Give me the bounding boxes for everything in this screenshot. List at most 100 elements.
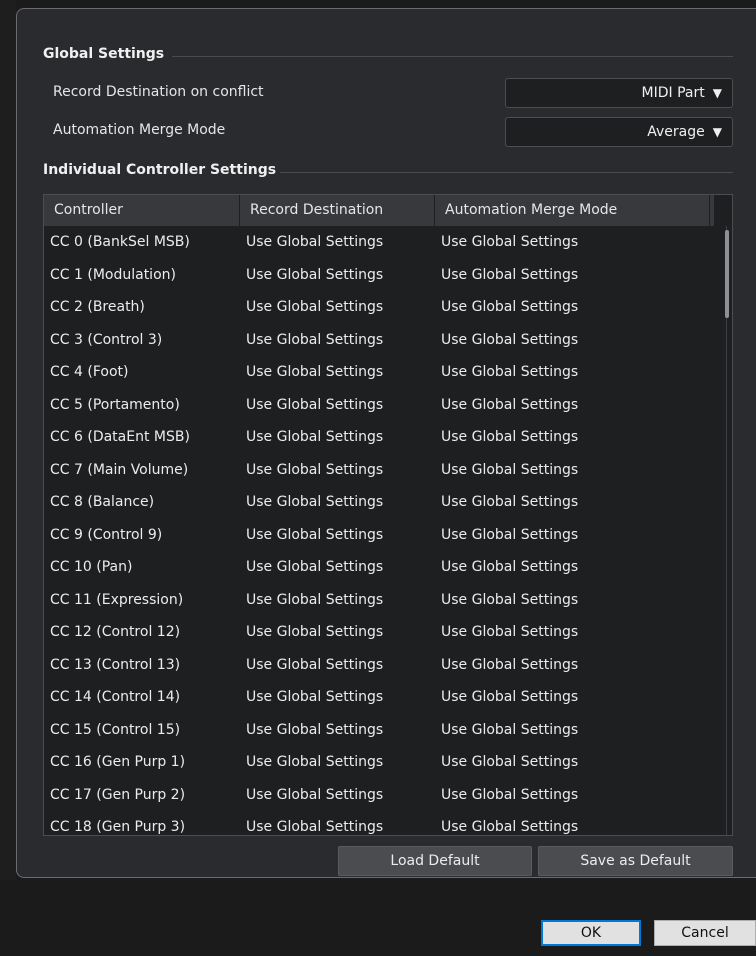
- controller-cell: CC 8 (Balance): [50, 494, 155, 511]
- controller-cell: CC 11 (Expression): [50, 591, 184, 608]
- table-row[interactable]: CC 15 (Control 15) Use Global Settings Use…: [44, 714, 720, 747]
- table-row[interactable]: CC 1 (Modulation) Use Global Settings Use …: [44, 259, 720, 292]
- controller-cell: CC 9 (Control 9): [50, 526, 163, 543]
- individual-settings-title: Individual Controller Settings: [43, 162, 277, 178]
- table-row[interactable]: CC 18 (Gen Purp 3) Use Global Settings Use…: [44, 811, 720, 836]
- vertical-scrollbar[interactable]: [720, 226, 732, 835]
- controller-cell: CC 16 (Gen Purp 1): [50, 754, 186, 771]
- ok-button[interactable]: OK: [541, 920, 641, 946]
- merge-mode-cell[interactable]: Use Global Settings: [435, 429, 715, 445]
- table-row[interactable]: CC 5 (Portamento) Use Global Settings Use …: [44, 389, 720, 422]
- record-destination-label: Record Destination on conflict: [53, 84, 264, 100]
- merge-mode-cell[interactable]: Use Global Settings: [435, 527, 715, 543]
- table-row[interactable]: CC 8 (Balance) Use Global Settings Use Glo…: [44, 486, 720, 519]
- controller-cell: CC 7 (Main Volume): [50, 461, 189, 478]
- section-divider: [172, 56, 733, 57]
- record-destination-cell[interactable]: Use Global Settings: [240, 689, 435, 705]
- column-header-record-destination[interactable]: Record Destination: [240, 195, 435, 226]
- merge-mode-cell[interactable]: Use Global Settings: [435, 559, 715, 575]
- record-destination-cell[interactable]: Use Global Settings: [240, 234, 435, 250]
- merge-mode-cell[interactable]: Use Global Settings: [435, 722, 715, 738]
- record-destination-cell[interactable]: Use Global Settings: [240, 819, 435, 835]
- merge-mode-cell[interactable]: Use Global Settings: [435, 397, 715, 413]
- table-row[interactable]: CC 12 (Control 12) Use Global Settings Use…: [44, 616, 720, 649]
- merge-mode-cell[interactable]: Use Global Settings: [435, 689, 715, 705]
- record-destination-cell[interactable]: Use Global Settings: [240, 364, 435, 380]
- record-destination-cell[interactable]: Use Global Settings: [240, 657, 435, 673]
- merge-mode-dropdown[interactable]: Average ▼: [505, 117, 733, 147]
- controller-cell: CC 10 (Pan): [50, 559, 133, 576]
- merge-mode-label: Automation Merge Mode: [53, 122, 226, 138]
- controller-cell: CC 14 (Control 14): [50, 689, 181, 706]
- table-body: CC 0 (BankSel MSB) Use Global Settings Use…: [44, 226, 720, 836]
- controller-cell: CC 1 (Modulation): [50, 266, 176, 283]
- controller-cell: CC 13 (Control 13): [50, 656, 181, 673]
- record-destination-cell[interactable]: Use Global Settings: [240, 397, 435, 413]
- table-row[interactable]: CC 9 (Control 9) Use Global Settings Use G…: [44, 519, 720, 552]
- table-row[interactable]: CC 13 (Control 13) Use Global Settings Use…: [44, 649, 720, 682]
- table-header: Controller Record Destination Automation…: [44, 195, 714, 226]
- record-destination-cell[interactable]: Use Global Settings: [240, 429, 435, 445]
- merge-mode-cell[interactable]: Use Global Settings: [435, 657, 715, 673]
- merge-mode-cell[interactable]: Use Global Settings: [435, 234, 715, 250]
- table-row[interactable]: CC 4 (Foot) Use Global Settings Use Global…: [44, 356, 720, 389]
- record-destination-cell[interactable]: Use Global Settings: [240, 754, 435, 770]
- controller-cell: CC 6 (DataEnt MSB): [50, 429, 190, 446]
- merge-mode-cell[interactable]: Use Global Settings: [435, 332, 715, 348]
- controller-cell: CC 4 (Foot): [50, 364, 129, 381]
- background-strip: [0, 0, 16, 880]
- merge-mode-cell[interactable]: Use Global Settings: [435, 364, 715, 380]
- save-as-default-button[interactable]: Save as Default: [538, 846, 733, 876]
- controller-cell: CC 2 (Breath): [50, 299, 145, 316]
- table-row[interactable]: CC 16 (Gen Purp 1) Use Global Settings Use…: [44, 746, 720, 779]
- controller-table: Controller Record Destination Automation…: [43, 194, 733, 836]
- controller-cell: CC 5 (Portamento): [50, 396, 180, 413]
- merge-mode-cell[interactable]: Use Global Settings: [435, 299, 715, 315]
- record-destination-cell[interactable]: Use Global Settings: [240, 267, 435, 283]
- record-destination-cell[interactable]: Use Global Settings: [240, 462, 435, 478]
- merge-mode-cell[interactable]: Use Global Settings: [435, 494, 715, 510]
- table-row[interactable]: CC 0 (BankSel MSB) Use Global Settings Use…: [44, 226, 720, 259]
- controller-cell: CC 12 (Control 12): [50, 624, 181, 641]
- cancel-button[interactable]: Cancel: [654, 920, 756, 946]
- chevron-down-icon: ▼: [712, 86, 722, 100]
- record-destination-cell[interactable]: Use Global Settings: [240, 787, 435, 803]
- merge-mode-cell[interactable]: Use Global Settings: [435, 267, 715, 283]
- record-destination-value: MIDI Part: [641, 85, 705, 101]
- table-row[interactable]: CC 14 (Control 14) Use Global Settings Use…: [44, 681, 720, 714]
- chevron-down-icon: ▼: [712, 125, 722, 139]
- table-row[interactable]: CC 6 (DataEnt MSB) Use Global Settings Use…: [44, 421, 720, 454]
- controller-cell: CC 0 (BankSel MSB): [50, 234, 190, 251]
- global-settings-title: Global Settings: [43, 46, 165, 62]
- controller-cell: CC 18 (Gen Purp 3): [50, 819, 186, 836]
- merge-mode-cell[interactable]: Use Global Settings: [435, 787, 715, 803]
- record-destination-cell[interactable]: Use Global Settings: [240, 624, 435, 640]
- record-destination-cell[interactable]: Use Global Settings: [240, 527, 435, 543]
- table-row[interactable]: CC 3 (Control 3) Use Global Settings Use G…: [44, 324, 720, 357]
- merge-mode-cell[interactable]: Use Global Settings: [435, 754, 715, 770]
- column-header-merge-mode[interactable]: Automation Merge Mode: [435, 195, 710, 226]
- record-destination-cell[interactable]: Use Global Settings: [240, 494, 435, 510]
- controller-cell: CC 17 (Gen Purp 2): [50, 786, 186, 803]
- table-row[interactable]: CC 2 (Breath) Use Global Settings Use Glob…: [44, 291, 720, 324]
- table-row[interactable]: CC 10 (Pan) Use Global Settings Use Global…: [44, 551, 720, 584]
- controller-cell: CC 3 (Control 3): [50, 331, 163, 348]
- record-destination-cell[interactable]: Use Global Settings: [240, 592, 435, 608]
- merge-mode-cell[interactable]: Use Global Settings: [435, 462, 715, 478]
- column-header-controller[interactable]: Controller: [44, 195, 240, 226]
- record-destination-cell[interactable]: Use Global Settings: [240, 722, 435, 738]
- record-destination-dropdown[interactable]: MIDI Part ▼: [505, 78, 733, 108]
- load-default-button[interactable]: Load Default: [338, 846, 532, 876]
- table-row[interactable]: CC 11 (Expression) Use Global Settings Use…: [44, 584, 720, 617]
- record-destination-cell[interactable]: Use Global Settings: [240, 332, 435, 348]
- scroll-thumb[interactable]: [725, 230, 729, 318]
- merge-mode-value: Average: [647, 124, 705, 140]
- table-row[interactable]: CC 7 (Main Volume) Use Global Settings Use…: [44, 454, 720, 487]
- merge-mode-cell[interactable]: Use Global Settings: [435, 819, 715, 835]
- merge-mode-cell[interactable]: Use Global Settings: [435, 624, 715, 640]
- record-destination-cell[interactable]: Use Global Settings: [240, 559, 435, 575]
- table-row[interactable]: CC 17 (Gen Purp 2) Use Global Settings Use…: [44, 779, 720, 812]
- section-divider: [280, 172, 733, 173]
- record-destination-cell[interactable]: Use Global Settings: [240, 299, 435, 315]
- merge-mode-cell[interactable]: Use Global Settings: [435, 592, 715, 608]
